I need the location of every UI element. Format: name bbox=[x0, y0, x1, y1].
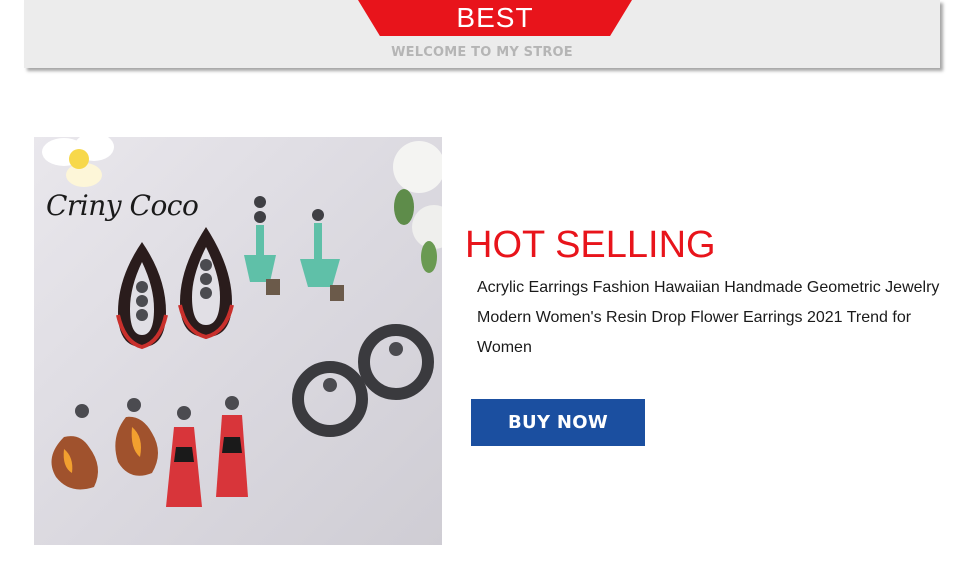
hoop-earrings bbox=[292, 324, 434, 437]
product-description: Acrylic Earrings Fashion Hawaiian Handma… bbox=[477, 279, 940, 356]
white-flowers bbox=[393, 141, 442, 273]
banner-title: BEST bbox=[456, 2, 534, 33]
plumeria-flower bbox=[42, 137, 114, 187]
red-bar-earrings bbox=[166, 396, 248, 507]
product-image[interactable]: Criny Coco bbox=[34, 137, 442, 545]
buy-now-button[interactable]: BUY NOW bbox=[471, 399, 645, 446]
best-tab: BEST bbox=[358, 0, 632, 36]
teardrop-earring-left bbox=[116, 242, 168, 350]
banner-subtitle: WELCOME TO MY STROE bbox=[391, 45, 573, 60]
brand-logo: Criny Coco bbox=[46, 189, 199, 222]
hot-selling-heading: HOT SELLING bbox=[465, 224, 716, 266]
teardrop-earring-right bbox=[178, 227, 234, 340]
buy-now-label: BUY NOW bbox=[508, 412, 608, 433]
tribal-earrings-turquoise bbox=[244, 196, 344, 301]
leaf-earrings bbox=[51, 398, 158, 490]
store-banner: BEST WELCOME TO MY STROE bbox=[24, 0, 940, 68]
